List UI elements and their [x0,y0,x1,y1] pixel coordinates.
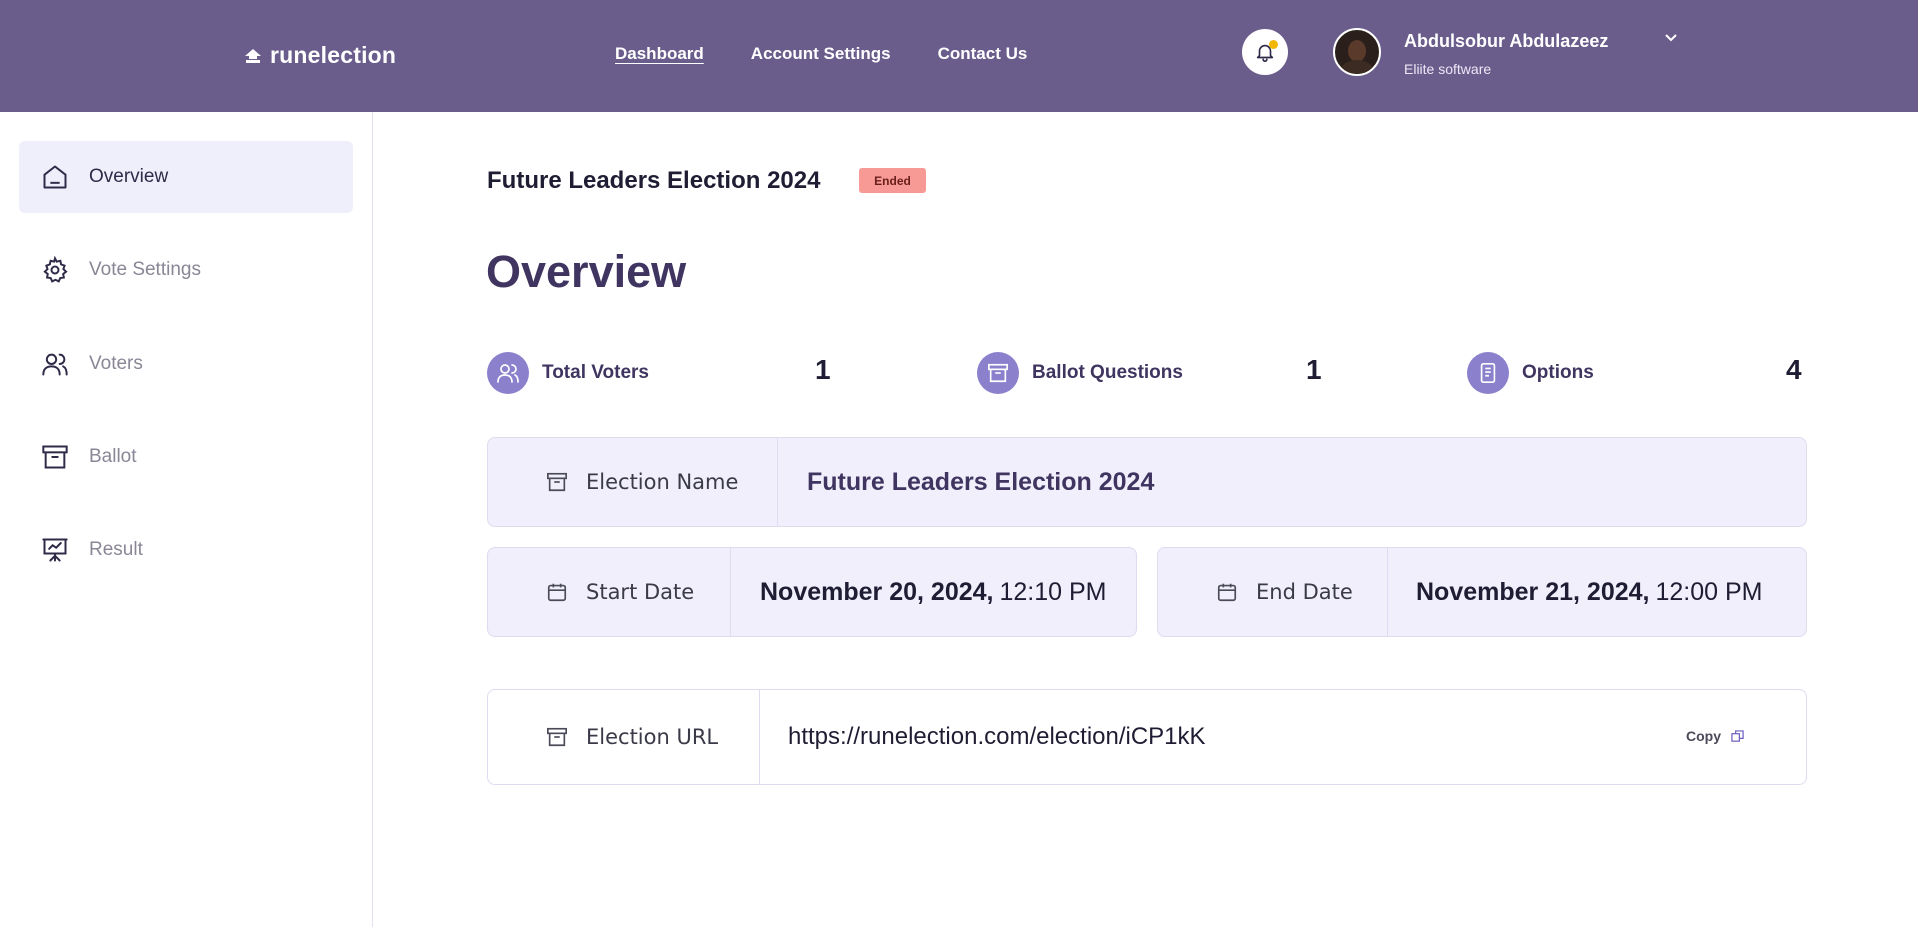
main-nav: Dashboard Account Settings Contact Us [615,44,1074,64]
status-badge: Ended [859,168,926,193]
start-date-value: November 20, 2024, [760,577,994,606]
election-name-row: Election Name Future Leaders Election 20… [487,437,1807,527]
users-icon [42,353,68,376]
user-organization: Eliite software [1404,61,1492,77]
document-icon [1480,363,1496,383]
election-url-value-cell: https://runelection.com/election/iCP1kK [788,690,1206,784]
sidebar-item-voters[interactable]: Voters [19,328,353,400]
notification-dot [1269,40,1278,49]
sidebar-item-label: Ballot [89,446,137,467]
gear-icon [43,256,68,283]
end-date-value: November 21, 2024, [1416,577,1650,606]
end-time-value: 12:00 PM [1655,577,1763,606]
presentation-icon [42,538,68,562]
sidebar-item-label: Result [89,539,143,560]
election-name-label-cell: Election Name [488,438,778,526]
election-name-label: Election Name [586,470,739,494]
sidebar-item-label: Voters [89,353,143,374]
nav-account-settings-link[interactable]: Account Settings [751,44,891,64]
calendar-icon [1217,583,1237,602]
archive-icon [988,363,1008,383]
election-url-label: Election URL [586,725,719,749]
sidebar-item-label: Vote Settings [89,259,201,280]
sidebar-item-result[interactable]: Result [19,514,353,586]
end-date-row: End Date November 21, 2024, 12:00 PM [1157,547,1807,637]
election-name-value-cell: Future Leaders Election 2024 [807,438,1154,526]
top-navigation-bar: runelection Dashboard Account Settings C… [0,0,1918,112]
stat-value: 1 [815,354,831,385]
calendar-icon [547,583,567,602]
archive-icon [547,727,567,747]
sidebar-item-overview[interactable]: Overview [19,141,353,213]
election-name-value: Future Leaders Election 2024 [807,467,1155,496]
stat-options: Options [1467,352,1594,394]
stat-label: Total Voters [542,362,649,383]
election-title: Future Leaders Election 2024 [487,167,821,194]
election-url-row: Election URL https://runelection.com/ele… [487,689,1807,785]
notifications-button[interactable] [1242,29,1288,75]
nav-dashboard-link[interactable]: Dashboard [615,44,704,64]
end-date-value-cell: November 21, 2024, 12:00 PM [1416,548,1763,636]
sidebar: Overview Vote Settings Voters Ballot Res… [0,112,373,927]
end-date-label-cell: End Date [1158,548,1388,636]
brand-logo[interactable]: runelection [244,42,396,69]
avatar[interactable] [1333,28,1381,76]
start-date-value-cell: November 20, 2024, 12:10 PM [760,548,1107,636]
start-date-label: Start Date [586,580,695,604]
stat-value: 1 [1306,354,1322,385]
election-url-label-cell: Election URL [488,690,760,784]
archive-icon [547,472,567,492]
end-date-label: End Date [1256,580,1353,604]
stat-ballot-questions: Ballot Questions [977,352,1183,394]
archive-icon [42,445,68,469]
logo-icon [245,48,261,63]
home-icon [43,165,67,189]
stat-total-voters: Total Voters [487,352,649,394]
sidebar-item-ballot[interactable]: Ballot [19,421,353,493]
start-date-row: Start Date November 20, 2024, 12:10 PM [487,547,1137,637]
chevron-down-icon[interactable] [1663,32,1679,44]
brand-name: runelection [270,42,397,68]
sidebar-item-vote-settings[interactable]: Vote Settings [19,234,353,306]
user-name[interactable]: Abdulsobur Abdulazeez [1404,31,1608,52]
page-title: Overview [486,246,687,297]
copy-label: Copy [1686,728,1721,744]
start-date-label-cell: Start Date [488,548,731,636]
start-time-value: 12:10 PM [999,577,1107,606]
stat-value: 4 [1786,354,1802,385]
stat-label: Ballot Questions [1032,362,1183,383]
nav-contact-us-link[interactable]: Contact Us [938,44,1028,64]
copy-icon [1731,729,1744,742]
stat-label: Options [1522,362,1594,383]
copy-url-button[interactable]: Copy [1686,728,1744,744]
election-url-value[interactable]: https://runelection.com/election/iCP1kK [788,723,1206,751]
sidebar-item-label: Overview [89,166,169,187]
users-icon [497,364,519,383]
